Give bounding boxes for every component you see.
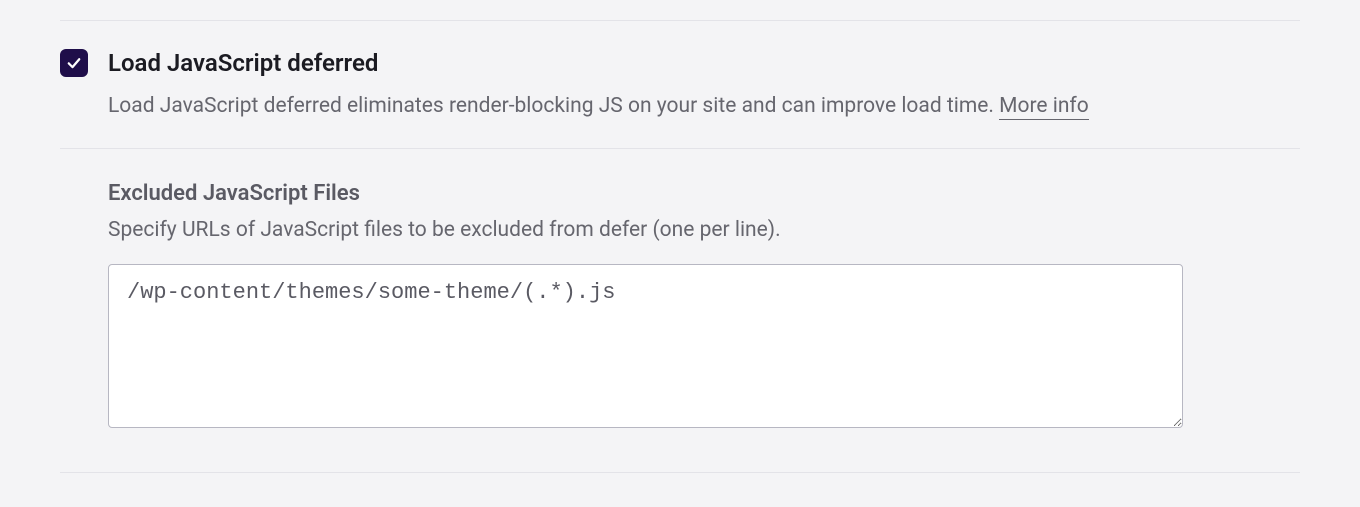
- divider: [60, 148, 1300, 149]
- excluded-js-description: Specify URLs of JavaScript files to be e…: [108, 218, 1300, 242]
- option-title: Load JavaScript deferred: [108, 49, 1300, 78]
- option-description-text: Load JavaScript deferred eliminates rend…: [108, 94, 999, 118]
- divider: [60, 472, 1300, 473]
- more-info-link[interactable]: More info: [999, 94, 1089, 120]
- load-js-deferred-checkbox[interactable]: [60, 49, 88, 77]
- excluded-js-textarea[interactable]: [108, 264, 1183, 428]
- excluded-js-section: Excluded JavaScript Files Specify URLs o…: [60, 181, 1300, 432]
- option-description: Load JavaScript deferred eliminates rend…: [108, 92, 1300, 120]
- divider: [60, 20, 1300, 21]
- excluded-js-title: Excluded JavaScript Files: [108, 181, 1300, 206]
- check-icon: [65, 54, 83, 72]
- option-load-js-deferred: Load JavaScript deferred Load JavaScript…: [60, 49, 1300, 120]
- defer-js-settings-panel: Load JavaScript deferred Load JavaScript…: [0, 20, 1360, 473]
